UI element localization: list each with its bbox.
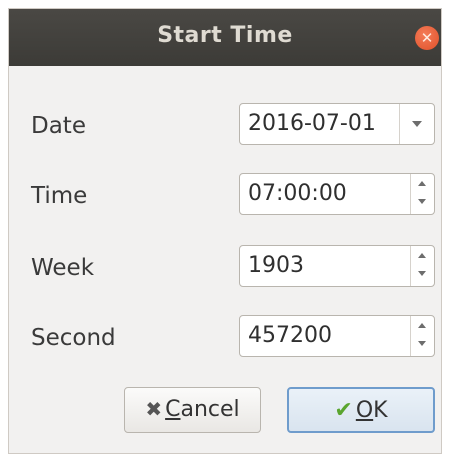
dialog-title: Start Time: [157, 23, 293, 48]
time-value[interactable]: 07:00:00: [248, 181, 347, 206]
time-spin-buttons: [410, 174, 434, 214]
week-spin-buttons: [410, 246, 434, 286]
time-spinbox[interactable]: 07:00:00: [239, 173, 435, 215]
close-icon[interactable]: ✕: [415, 26, 439, 50]
spin-up-icon[interactable]: [411, 316, 434, 336]
cancel-label: ancel: [180, 397, 240, 422]
start-time-dialog: Start Time ✕ Date 2016-07-01 Time 07:00:…: [8, 8, 442, 454]
second-value[interactable]: 457200: [248, 323, 332, 348]
spin-up-icon[interactable]: [411, 246, 434, 266]
time-label: Time: [31, 183, 88, 209]
spin-down-icon[interactable]: [411, 194, 434, 214]
ok-label: K: [373, 398, 388, 423]
cancel-mnemonic: C: [165, 397, 181, 422]
week-label: Week: [31, 255, 95, 281]
spin-down-icon[interactable]: [411, 266, 434, 286]
checkmark-icon: ✔: [334, 398, 353, 423]
second-spin-buttons: [410, 316, 434, 356]
date-combobox[interactable]: 2016-07-01: [239, 103, 435, 145]
second-label: Second: [31, 325, 116, 351]
cancel-x-icon: ✖: [145, 397, 163, 421]
spin-up-icon[interactable]: [411, 174, 434, 194]
date-label: Date: [31, 113, 86, 139]
spin-down-icon[interactable]: [411, 336, 434, 356]
week-value[interactable]: 1903: [248, 253, 304, 278]
ok-mnemonic: O: [355, 398, 374, 423]
ok-button[interactable]: ✔ OK: [287, 387, 435, 433]
second-spinbox[interactable]: 457200: [239, 315, 435, 357]
date-value[interactable]: 2016-07-01: [248, 111, 376, 136]
title-bar[interactable]: Start Time ✕: [9, 9, 441, 66]
cancel-button[interactable]: ✖ Cancel: [124, 387, 261, 433]
week-spinbox[interactable]: 1903: [239, 245, 435, 287]
chevron-down-icon[interactable]: [399, 104, 434, 144]
